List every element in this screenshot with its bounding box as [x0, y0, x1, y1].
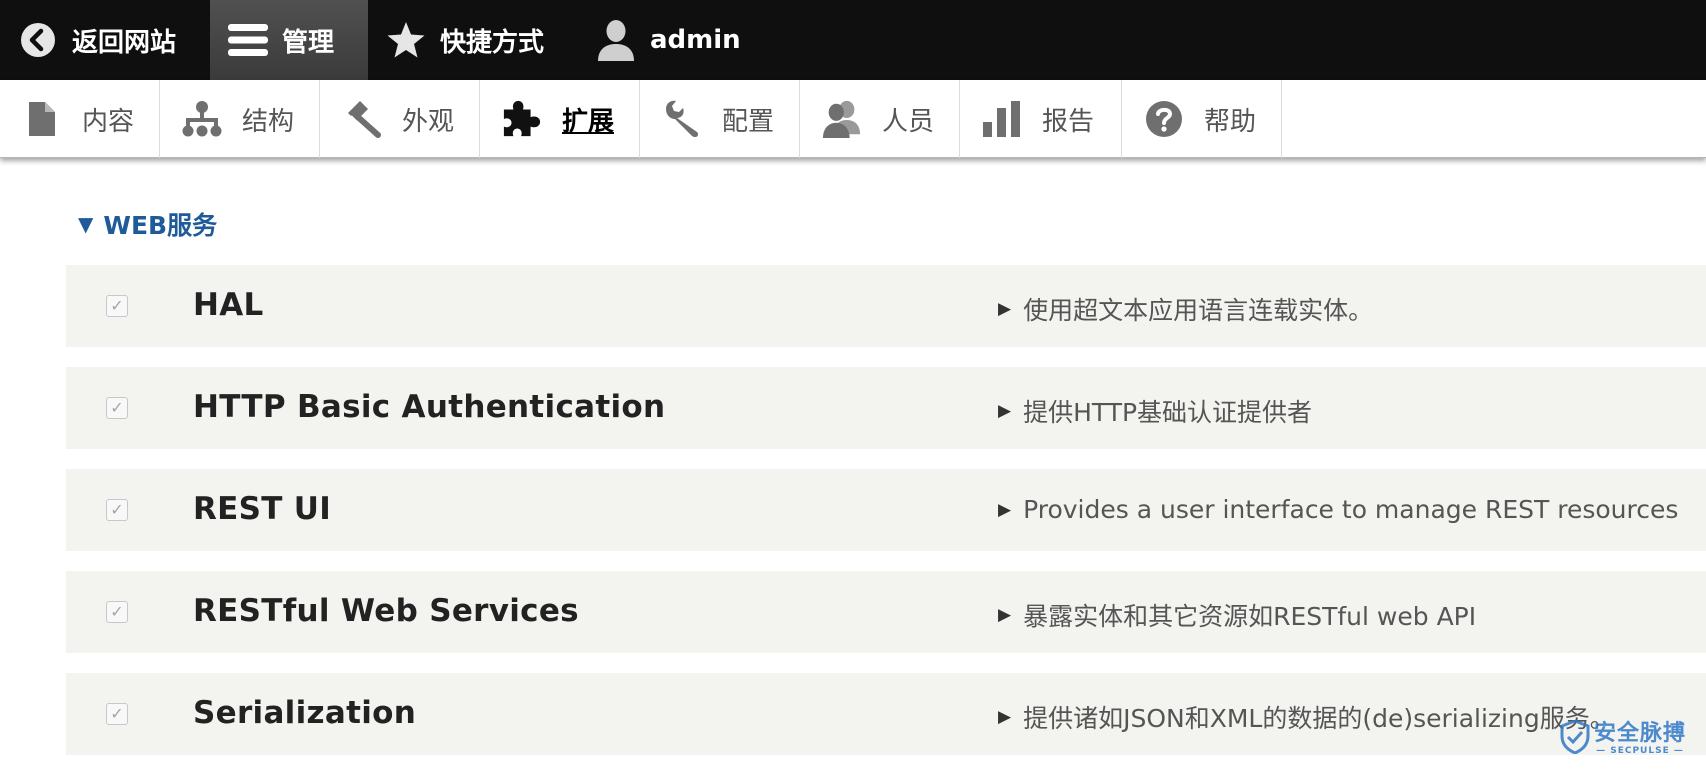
module-description-toggle[interactable]: ▶ 使用超文本应用语言连载实体。 — [998, 291, 1373, 327]
paintbrush-icon — [342, 99, 382, 139]
module-description: 提供HTTP基础认证提供者 — [1023, 393, 1312, 429]
manage-label: 管理 — [282, 22, 334, 59]
module-name: Serialization — [193, 695, 416, 731]
module-description-toggle[interactable]: ▶ 提供HTTP基础认证提供者 — [998, 393, 1312, 429]
module-name: HAL — [193, 287, 264, 323]
triangle-right-icon: ▶ — [998, 500, 1011, 520]
module-checkbox[interactable]: ✓ — [106, 703, 128, 725]
module-row-http-basic-auth: ✓ HTTP Basic Authentication ▶ 提供HTTP基础认证… — [66, 367, 1706, 449]
module-description: 暴露实体和其它资源如RESTful web API — [1023, 597, 1476, 633]
question-circle-icon — [1144, 99, 1184, 139]
module-checkbox[interactable]: ✓ — [106, 397, 128, 419]
bar-chart-icon — [982, 99, 1022, 139]
module-row-hal: ✓ HAL ▶ 使用超文本应用语言连载实体。 — [66, 265, 1706, 347]
module-list: ✓ HAL ▶ 使用超文本应用语言连载实体。 ✓ HTTP Basic Auth… — [66, 265, 1706, 775]
wrench-icon — [662, 99, 702, 139]
tray-item-configuration[interactable]: 配置 — [640, 80, 800, 158]
module-checkbox[interactable]: ✓ — [106, 601, 128, 623]
module-row-serialization: ✓ Serialization ▶ 提供诸如JSON和XML的数据的(de)se… — [66, 673, 1706, 755]
admin-tray-menu: 内容 结构 外观 — [0, 80, 1706, 158]
watermark-subtitle: — SECPULSE — — [1596, 746, 1684, 756]
user-icon — [596, 20, 636, 60]
module-description-toggle[interactable]: ▶ 暴露实体和其它资源如RESTful web API — [998, 597, 1476, 633]
module-description: 使用超文本应用语言连载实体。 — [1023, 291, 1373, 327]
watermark-title: 安全脉搏 — [1594, 722, 1686, 746]
triangle-right-icon: ▶ — [998, 707, 1011, 727]
triangle-right-icon: ▶ — [998, 299, 1011, 319]
sitemap-icon — [182, 99, 222, 139]
people-icon — [822, 99, 862, 139]
tray-item-extend[interactable]: 扩展 — [480, 80, 640, 158]
tray-item-reports[interactable]: 报告 — [960, 80, 1122, 158]
module-description: 提供诸如JSON和XML的数据的(de)serializing服务。 — [1023, 699, 1615, 735]
tray-item-help[interactable]: 帮助 — [1122, 80, 1282, 158]
tray-item-people[interactable]: 人员 — [800, 80, 960, 158]
tray-item-reports-label: 报告 — [1042, 101, 1094, 138]
triangle-right-icon: ▶ — [998, 605, 1011, 625]
admin-toolbar: 返回网站 管理 快捷方式 admin — [0, 0, 1706, 80]
section-title: WEB服务 — [103, 206, 217, 242]
module-name: HTTP Basic Authentication — [193, 389, 665, 425]
file-icon — [22, 99, 62, 139]
tray-item-people-label: 人员 — [882, 101, 934, 138]
tray-item-structure-label: 结构 — [242, 101, 294, 138]
shortcuts-tab[interactable]: 快捷方式 — [368, 0, 578, 80]
tray-item-content[interactable]: 内容 — [0, 80, 160, 158]
triangle-right-icon: ▶ — [998, 401, 1011, 421]
triangle-down-icon: ▼ — [78, 212, 93, 236]
shortcuts-label: 快捷方式 — [440, 22, 544, 59]
tray-item-structure[interactable]: 结构 — [160, 80, 320, 158]
web-services-section-toggle[interactable]: ▼ WEB服务 — [78, 206, 217, 242]
module-description: Provides a user interface to manage REST… — [1023, 495, 1678, 524]
user-label: admin — [650, 25, 741, 55]
tray-item-help-label: 帮助 — [1204, 101, 1256, 138]
star-icon — [386, 20, 426, 60]
module-name: RESTful Web Services — [193, 593, 579, 629]
module-name: REST UI — [193, 491, 331, 527]
tray-item-configuration-label: 配置 — [722, 101, 774, 138]
tray-item-appearance-label: 外观 — [402, 101, 454, 138]
module-row-rest-ui: ✓ REST UI ▶ Provides a user interface to… — [66, 469, 1706, 551]
module-description-toggle[interactable]: ▶ Provides a user interface to manage RE… — [998, 495, 1678, 524]
shield-icon — [1560, 720, 1590, 758]
tray-item-extend-label: 扩展 — [562, 101, 614, 138]
module-checkbox[interactable]: ✓ — [106, 295, 128, 317]
tray-item-appearance[interactable]: 外观 — [320, 80, 480, 158]
back-to-site-label: 返回网站 — [72, 22, 176, 59]
back-to-site-link[interactable]: 返回网站 — [0, 0, 210, 80]
manage-tab[interactable]: 管理 — [210, 0, 368, 80]
module-checkbox[interactable]: ✓ — [106, 499, 128, 521]
tray-item-content-label: 内容 — [82, 101, 134, 138]
user-tab[interactable]: admin — [578, 0, 778, 80]
module-row-restful-web-services: ✓ RESTful Web Services ▶ 暴露实体和其它资源如RESTf… — [66, 571, 1706, 653]
module-description-toggle[interactable]: ▶ 提供诸如JSON和XML的数据的(de)serializing服务。 — [998, 699, 1615, 735]
watermark-logo: 安全脉搏 — SECPULSE — — [1560, 720, 1686, 758]
chevron-left-circle-icon — [18, 20, 58, 60]
hamburger-menu-icon — [228, 20, 268, 60]
puzzle-icon — [502, 99, 542, 139]
